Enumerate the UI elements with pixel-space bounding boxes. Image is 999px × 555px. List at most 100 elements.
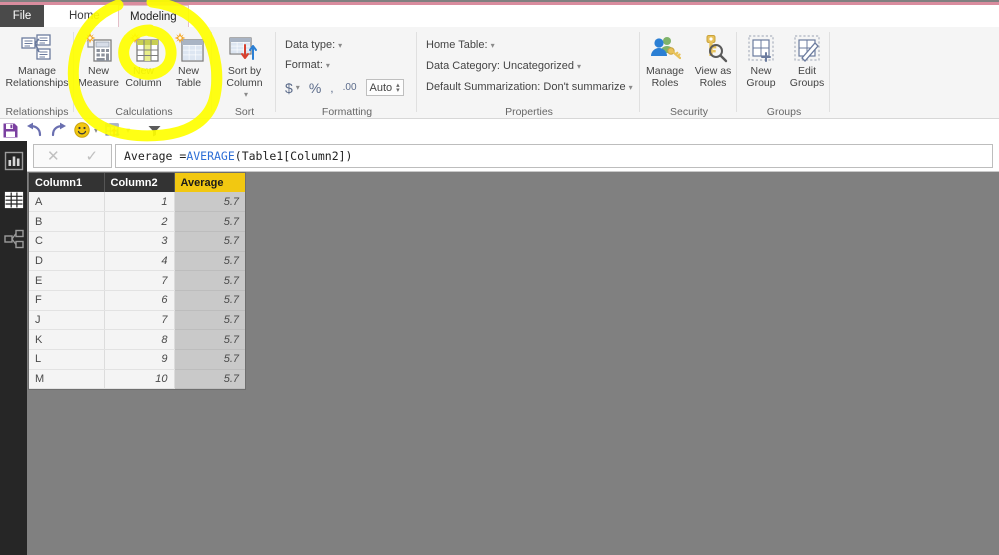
table-row[interactable]: C 3 5.7 [29, 231, 245, 252]
view-as-roles-button[interactable]: View as Roles [689, 30, 737, 89]
group-divider [639, 32, 640, 112]
new-column-button[interactable]: New Column [121, 30, 166, 89]
table-cell-column1[interactable]: F [29, 290, 105, 311]
undo-icon[interactable] [26, 122, 43, 138]
table-cell-average[interactable]: 5.7 [174, 270, 245, 291]
table-row[interactable]: A 1 5.7 [29, 192, 245, 213]
table-row[interactable]: M 10 5.7 [29, 369, 245, 390]
table-cell-column2[interactable]: 10 [104, 369, 175, 390]
chevron-down-icon[interactable]: ▾ [326, 61, 330, 70]
table-cell-column2[interactable]: 7 [104, 310, 175, 331]
table-cell-column2[interactable]: 8 [104, 329, 175, 350]
chevron-down-icon[interactable]: ▾ [126, 126, 130, 135]
edit-groups-button[interactable]: Edit Groups [784, 30, 830, 89]
chevron-down-icon[interactable]: ▾ [491, 41, 495, 50]
ribbon-group-calculations: New Measure New Column New Table Calcula… [76, 27, 212, 119]
sidebar-item-model-view[interactable] [3, 228, 25, 250]
formula-input[interactable]: Average = AVERAGE (Table1[Column2]) [115, 144, 993, 168]
column-header-average[interactable]: Average [174, 173, 245, 192]
table-row[interactable]: E 7 5.7 [29, 270, 245, 291]
table-cell-average[interactable]: 5.7 [174, 251, 245, 272]
refresh-table-icon[interactable]: ▾ [105, 122, 130, 138]
table-cell-average[interactable]: 5.7 [174, 211, 245, 232]
table-cell-average[interactable]: 5.7 [174, 290, 245, 311]
home-table-control[interactable]: Home Table: ▾ [426, 39, 495, 51]
table-cell-average[interactable]: 5.7 [174, 369, 245, 390]
group-label-security: Security [670, 106, 708, 118]
table-row[interactable]: D 4 5.7 [29, 251, 245, 272]
table-cell-column2[interactable]: 1 [104, 192, 175, 213]
sidebar-item-data-view[interactable] [3, 189, 25, 211]
format-control[interactable]: Format: ▾ [285, 59, 330, 71]
table-row[interactable]: K 8 5.7 [29, 329, 245, 350]
table-cell-column1[interactable]: M [29, 369, 105, 390]
table-row[interactable]: L 9 5.7 [29, 349, 245, 370]
data-type-label: Data type: [285, 39, 336, 51]
filter-icon[interactable] [147, 123, 162, 138]
currency-format-button[interactable]: $ [285, 81, 293, 95]
group-divider [736, 32, 737, 112]
tab-file[interactable]: File [0, 5, 44, 27]
table-row[interactable]: F 6 5.7 [29, 290, 245, 311]
format-quick-buttons: $ ▾ % , .00 Auto ▴ ▾ [285, 79, 404, 96]
new-group-button[interactable]: New Group [738, 30, 784, 89]
thousands-separator-button[interactable]: , [330, 81, 333, 95]
tab-modeling[interactable]: Modeling [118, 5, 189, 27]
table-cell-column2[interactable]: 9 [104, 349, 175, 370]
table-cell-column1[interactable]: K [29, 329, 105, 350]
chevron-down-icon[interactable]: ▾ [94, 126, 98, 135]
table-cell-column2[interactable]: 3 [104, 231, 175, 252]
table-cell-column2[interactable]: 4 [104, 251, 175, 272]
new-measure-button[interactable]: New Measure [76, 30, 121, 89]
smiley-icon[interactable]: ▾ [74, 122, 98, 138]
table-cell-column1[interactable]: C [29, 231, 105, 252]
chevron-down-icon[interactable]: ▾ [577, 62, 581, 71]
view-rail [0, 141, 27, 555]
sidebar-item-report-view[interactable] [3, 150, 25, 172]
table-cell-column2[interactable]: 2 [104, 211, 175, 232]
table-cell-column1[interactable]: L [29, 349, 105, 370]
default-summarization-value: Don't summarize [543, 81, 626, 93]
data-type-control[interactable]: Data type: ▾ [285, 39, 342, 51]
table-cell-column1[interactable]: A [29, 192, 105, 213]
column-header-column2[interactable]: Column2 [104, 173, 175, 192]
cancel-formula-icon[interactable]: ✕ [47, 147, 60, 165]
chevron-down-icon[interactable]: ▾ [296, 83, 300, 92]
sort-by-column-button[interactable]: Sort by Column ▾ [213, 30, 276, 101]
table-cell-average[interactable]: 5.7 [174, 231, 245, 252]
data-category-control[interactable]: Data Category: Uncategorized ▾ [426, 60, 581, 72]
table-row[interactable]: J 7 5.7 [29, 310, 245, 331]
table-cell-average[interactable]: 5.7 [174, 349, 245, 370]
redo-icon[interactable] [50, 122, 67, 138]
default-summarization-control[interactable]: Default Summarization: Don't summarize ▾ [426, 81, 633, 93]
save-icon[interactable] [2, 122, 19, 139]
column-header-column1[interactable]: Column1 [29, 173, 105, 192]
chevron-down-icon[interactable]: ▾ [244, 89, 248, 101]
table-cell-average[interactable]: 5.7 [174, 329, 245, 350]
accept-formula-icon[interactable]: ✓ [85, 147, 98, 165]
percent-format-button[interactable]: % [309, 81, 321, 95]
table-cell-column1[interactable]: D [29, 251, 105, 272]
table-cell-column2[interactable]: 7 [104, 270, 175, 291]
table-cell-average[interactable]: 5.7 [174, 310, 245, 331]
decimal-places-stepper[interactable]: Auto ▴ ▾ [365, 79, 404, 96]
table-cell-column1[interactable]: J [29, 310, 105, 331]
manage-relationships-button[interactable]: Manage Relationships [0, 30, 74, 89]
default-summarization-label: Default Summarization: [426, 81, 541, 93]
chevron-down-icon[interactable]: ▾ [338, 41, 342, 50]
table-cell-average[interactable]: 5.7 [174, 192, 245, 213]
table-cell-column1[interactable]: E [29, 270, 105, 291]
table-cell-column2[interactable]: 6 [104, 290, 175, 311]
data-category-label: Data Category: [426, 60, 500, 72]
manage-roles-icon [649, 30, 681, 64]
edit-groups-label: Edit Groups [789, 65, 825, 89]
new-table-button[interactable]: New Table [166, 30, 211, 89]
manage-roles-button[interactable]: Manage Roles [641, 30, 689, 89]
table-row[interactable]: B 2 5.7 [29, 211, 245, 232]
data-category-value: Uncategorized [503, 60, 574, 72]
stepper-arrows-icon[interactable]: ▴ ▾ [396, 82, 400, 94]
tab-home[interactable]: Home [58, 5, 111, 27]
decimal-places-button[interactable]: .00 [343, 81, 357, 95]
table-cell-column1[interactable]: B [29, 211, 105, 232]
chevron-down-icon[interactable]: ▾ [629, 83, 633, 92]
